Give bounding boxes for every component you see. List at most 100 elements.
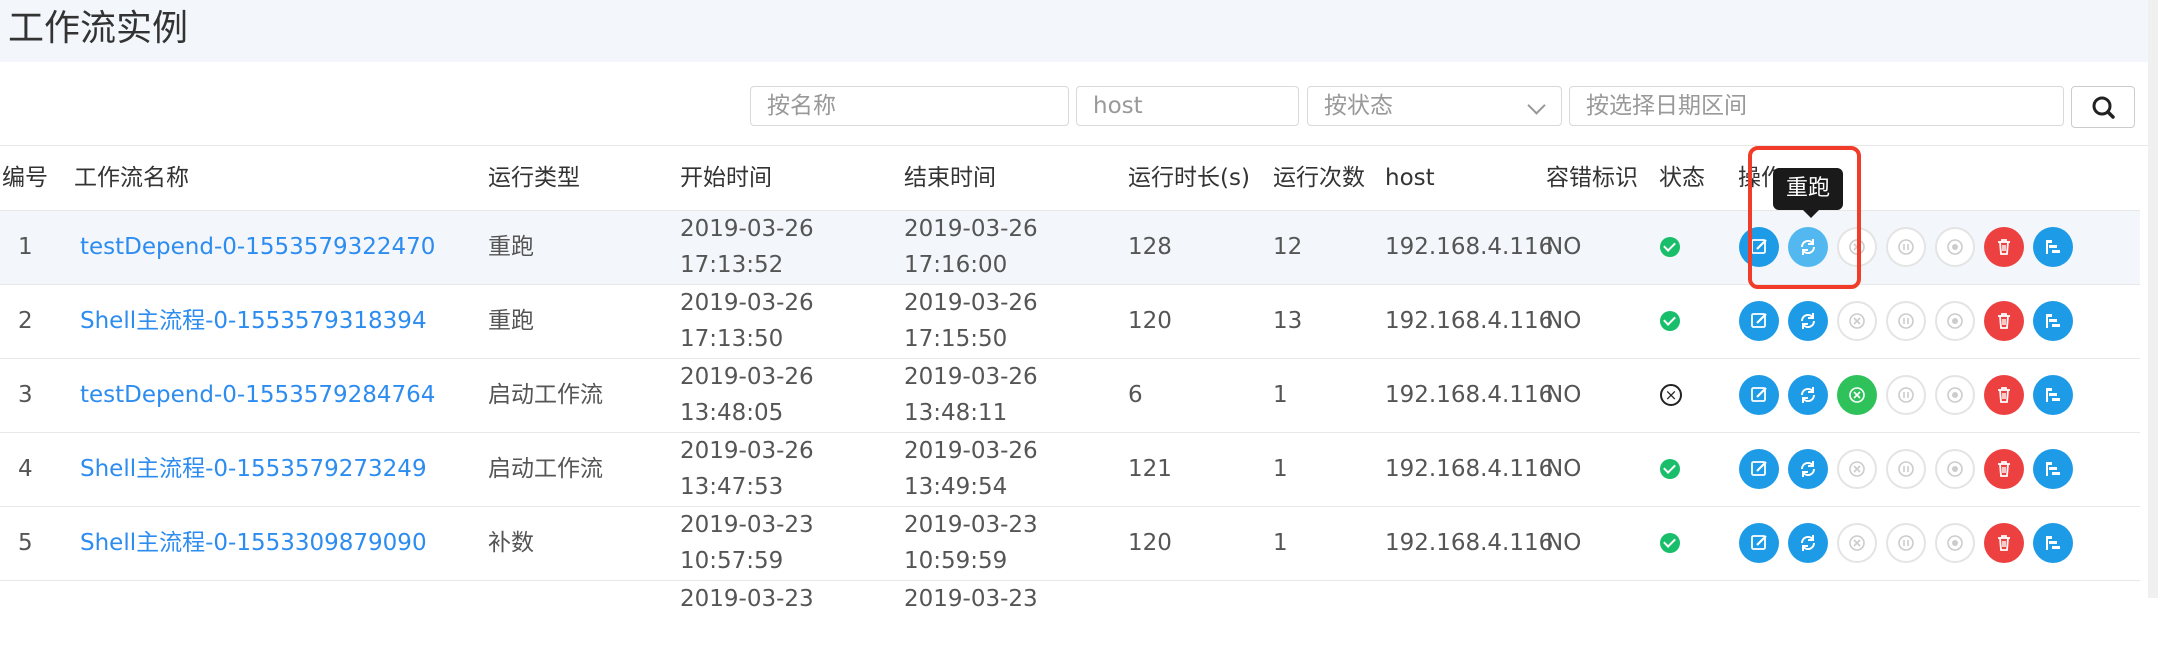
stop-icon [1947, 535, 1963, 551]
fault-flag: NO [1546, 308, 1582, 334]
delete-button[interactable] [1984, 375, 2024, 415]
edit-button[interactable] [1739, 375, 1779, 415]
status-failed-icon: × [1660, 384, 1682, 406]
run-count: 1 [1273, 456, 1288, 482]
pause-button[interactable] [1886, 227, 1926, 267]
gantt-icon [2046, 462, 2060, 476]
rerun-button[interactable] [1788, 375, 1828, 415]
end-date: 2019-03-26 [904, 290, 1038, 316]
row-number: 4 [18, 456, 33, 482]
col-header-host: host [1385, 165, 1435, 191]
gantt-icon [2046, 240, 2060, 254]
recover-failed-button[interactable] [1837, 375, 1877, 415]
gantt-button[interactable] [2033, 227, 2073, 267]
host: 192.168.4.116 [1385, 382, 1554, 408]
end-time: 17:16:00 [904, 252, 1008, 278]
date-range-field[interactable] [1569, 86, 2064, 126]
pause-button[interactable] [1886, 301, 1926, 341]
page-header: 工作流实例 [0, 0, 2158, 62]
workflow-name-link[interactable]: Shell主流程-0-1553579318394 [80, 303, 427, 339]
gantt-button[interactable] [2033, 301, 2073, 341]
workflow-name-link[interactable]: Shell主流程-0-1553579273249 [80, 451, 427, 487]
row-number: 1 [18, 234, 33, 260]
recover-icon [1849, 461, 1865, 477]
row-number: 2 [18, 308, 33, 334]
host: 192.168.4.116 [1385, 456, 1554, 482]
host-search-input[interactable] [1093, 88, 1278, 124]
col-header-end: 结束时间 [904, 165, 996, 191]
col-header-duration: 运行时长(s) [1128, 165, 1250, 191]
status-select[interactable]: 按状态 [1307, 86, 1562, 126]
table-row: 3 testDepend-0-1553579284764 启动工作流 2019-03-… [0, 358, 2140, 432]
rerun-button[interactable] [1788, 523, 1828, 563]
duration: 120 [1128, 308, 1172, 334]
pause-icon [1898, 461, 1914, 477]
workflow-name-link[interactable]: testDepend-0-1553579322470 [80, 229, 435, 265]
run-type: 重跑 [488, 234, 534, 260]
pause-button[interactable] [1886, 523, 1926, 563]
recover-failed-button[interactable] [1837, 301, 1877, 341]
delete-button[interactable] [1984, 301, 2024, 341]
recover-failed-button[interactable] [1837, 449, 1877, 489]
gantt-button[interactable] [2033, 449, 2073, 489]
col-header-runs: 运行次数 [1273, 165, 1365, 191]
gantt-button[interactable] [2033, 375, 2073, 415]
pause-button[interactable] [1886, 449, 1926, 489]
end-date: 2019-03-26 [904, 438, 1038, 464]
edit-button[interactable] [1739, 449, 1779, 489]
start-date: 2019-03-26 [680, 290, 814, 316]
end-time: 13:49:54 [904, 474, 1008, 500]
col-header-run-type: 运行类型 [488, 165, 580, 191]
recover-icon [1849, 313, 1865, 329]
duration: 120 [1128, 530, 1172, 556]
stop-icon [1947, 239, 1963, 255]
host-search-field[interactable] [1076, 86, 1299, 126]
rerun-button[interactable] [1788, 449, 1828, 489]
col-header-start: 开始时间 [680, 165, 772, 191]
run-type: 补数 [488, 530, 534, 556]
trash-icon [1998, 461, 2010, 477]
col-header-state: 状态 [1659, 165, 1705, 191]
table-row: 2019-03-23 2019-03-23 [0, 580, 2140, 654]
stop-button[interactable] [1935, 375, 1975, 415]
fault-flag: NO [1546, 382, 1582, 408]
end-date: 2019-03-23 [904, 512, 1038, 538]
rerun-icon [1800, 535, 1816, 551]
stop-button[interactable] [1935, 449, 1975, 489]
date-range-input[interactable] [1586, 88, 2016, 124]
workflow-name-link[interactable]: Shell主流程-0-1553309879090 [80, 525, 427, 561]
duration: 128 [1128, 234, 1172, 260]
scrollbar[interactable] [2148, 0, 2158, 598]
recover-failed-button[interactable] [1837, 523, 1877, 563]
gantt-icon [2046, 536, 2060, 550]
edit-icon [1751, 535, 1767, 550]
fault-flag: NO [1546, 234, 1582, 260]
delete-button[interactable] [1984, 523, 2024, 563]
name-search-input[interactable] [767, 88, 1038, 124]
gantt-button[interactable] [2033, 523, 2073, 563]
name-search-field[interactable] [750, 86, 1069, 126]
search-button[interactable] [2071, 86, 2135, 128]
start-time: 13:47:53 [680, 474, 784, 500]
start-date: 2019-03-26 [680, 216, 814, 242]
stop-button[interactable] [1935, 227, 1975, 267]
pause-icon [1898, 239, 1914, 255]
run-count: 13 [1273, 308, 1303, 334]
workflow-name-link[interactable]: testDepend-0-1553579284764 [80, 377, 435, 413]
delete-button[interactable] [1984, 449, 2024, 489]
col-header-no: 编号 [2, 165, 48, 191]
stop-button[interactable] [1935, 523, 1975, 563]
end-time: 13:48:11 [904, 400, 1008, 426]
edit-button[interactable] [1739, 523, 1779, 563]
edit-button[interactable] [1739, 301, 1779, 341]
rerun-button[interactable] [1788, 301, 1828, 341]
delete-button[interactable] [1984, 227, 2024, 267]
recover-icon [1849, 535, 1865, 551]
host: 192.168.4.116 [1385, 234, 1554, 260]
pause-button[interactable] [1886, 375, 1926, 415]
start-date: 2019-03-23 [680, 512, 814, 538]
run-count: 12 [1273, 234, 1303, 260]
stop-button[interactable] [1935, 301, 1975, 341]
run-type: 启动工作流 [488, 456, 603, 482]
status-select-placeholder: 按状态 [1324, 93, 1393, 119]
